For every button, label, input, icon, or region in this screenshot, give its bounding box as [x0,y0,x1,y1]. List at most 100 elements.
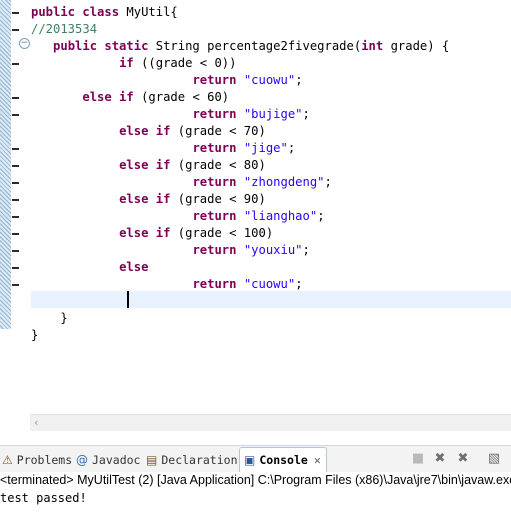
code-token: (grade < 80) [177,158,266,172]
code-line[interactable]: return "cuowu"; [31,72,449,89]
gutter-mark [12,284,19,286]
code-line[interactable]: else if (grade < 60) [31,89,449,106]
code-token: (grade < 70) [177,124,266,138]
code-keyword: else if [119,192,178,206]
tab-declaration-label: Declaration [161,453,238,467]
horizontal-scrollbar[interactable]: ‹ [30,414,511,431]
code-token: ; [302,107,310,121]
tab-javadoc-label: Javadoc [92,453,141,467]
tab-problems-label: Problems [16,453,73,467]
javadoc-icon: @ [76,453,88,467]
code-line[interactable]: else if (grade < 70) [31,123,449,140]
code-string: "lianghao" [243,209,318,223]
code-line[interactable]: return "jige"; [31,140,449,157]
code-line[interactable]: else if (grade < 90) [31,191,449,208]
code-editor[interactable]: − public class MyUtil{//2013534 public s… [0,0,511,414]
tab-declaration[interactable]: ▤ Declaration [146,450,238,470]
scroll-left-icon[interactable]: ‹ [34,416,38,430]
code-line[interactable]: } [31,310,449,327]
declaration-icon: ▤ [146,453,158,467]
tab-problems[interactable]: ⚠ Problems [2,450,72,470]
text-caret [127,291,129,308]
gutter-mark [12,250,19,252]
code-line[interactable]: else [31,259,449,276]
gutter-mark [12,114,19,116]
code-keyword: public static [53,39,156,53]
code-line[interactable]: return "youxiu"; [31,242,449,259]
code-string: "youxiu" [243,243,303,257]
code-token: grade) { [390,39,450,53]
code-token: String percentage2fivegrade( [155,39,362,53]
code-token: (grade < 60) [141,90,230,104]
remove-launch-icon[interactable]: ✖ [432,451,448,467]
tab-javadoc[interactable]: @ Javadoc [76,450,140,470]
collapse-icon[interactable]: − [19,38,30,49]
code-comment: //2013534 [31,22,98,36]
code-token: ; [317,209,325,223]
remove-all-terminated-icon[interactable]: ✖ [455,451,471,467]
code-string: "bujige" [243,107,303,121]
code-line[interactable]: else if (grade < 100) [31,225,449,242]
console-launch-label: <terminated> MyUtilTest (2) [Java Applic… [0,473,511,487]
code-line[interactable]: return "zhongdeng"; [31,174,449,191]
code-line[interactable]: return "cuowu"; [31,276,449,293]
problems-icon: ⚠ [2,453,13,467]
overview-ruler [0,0,11,329]
gutter-mark [12,267,19,269]
code-line[interactable]: else if (grade < 80) [31,157,449,174]
code-token: ; [324,175,332,189]
code-line[interactable]: return "bujige"; [31,106,449,123]
code-keyword: return [192,277,244,291]
code-line[interactable]: } [31,327,449,344]
clear-console-icon[interactable]: ▧ [486,451,502,467]
code-keyword: else if [119,124,178,138]
code-line[interactable]: public static String percentage2fivegrad… [31,38,449,55]
console-view[interactable]: <terminated> MyUtilTest (2) [Java Applic… [0,472,511,520]
terminate-icon[interactable]: ■ [410,451,426,467]
tab-console[interactable]: ▣ Console ✕ [239,447,327,472]
code-line[interactable]: //2013534 [31,21,449,38]
code-text[interactable]: public class MyUtil{//2013534 public sta… [31,4,449,344]
code-line[interactable] [31,293,449,310]
views-tab-bar: ⚠ Problems @ Javadoc ▤ Declaration ▣ Console… [0,445,511,473]
code-token: ((grade < 0)) [141,56,237,70]
code-keyword: if [119,56,142,70]
gutter-mark [12,199,19,201]
gutter-mark [12,165,19,167]
code-line[interactable]: return "lianghao"; [31,208,449,225]
code-token: } [31,328,39,342]
code-keyword: return [192,209,244,223]
console-output[interactable]: test passed! [0,490,87,506]
code-keyword: else [119,260,149,274]
close-icon[interactable]: ✕ [314,453,321,467]
code-line[interactable]: if ((grade < 0)) [31,55,449,72]
code-keyword: return [192,107,244,121]
code-line[interactable]: public class MyUtil{ [31,4,449,21]
gutter-mark [12,97,19,99]
code-token: MyUtil{ [126,5,178,19]
code-keyword: return [192,141,244,155]
code-token: (grade < 90) [177,192,266,206]
gutter-mark [12,29,19,31]
code-keyword: else if [119,158,178,172]
gutter-mark [12,63,19,65]
code-token: (grade < 100) [177,226,274,240]
code-string: "cuowu" [243,277,296,291]
code-token: ; [302,243,310,257]
code-token: ; [295,277,303,291]
code-keyword: return [192,73,244,87]
